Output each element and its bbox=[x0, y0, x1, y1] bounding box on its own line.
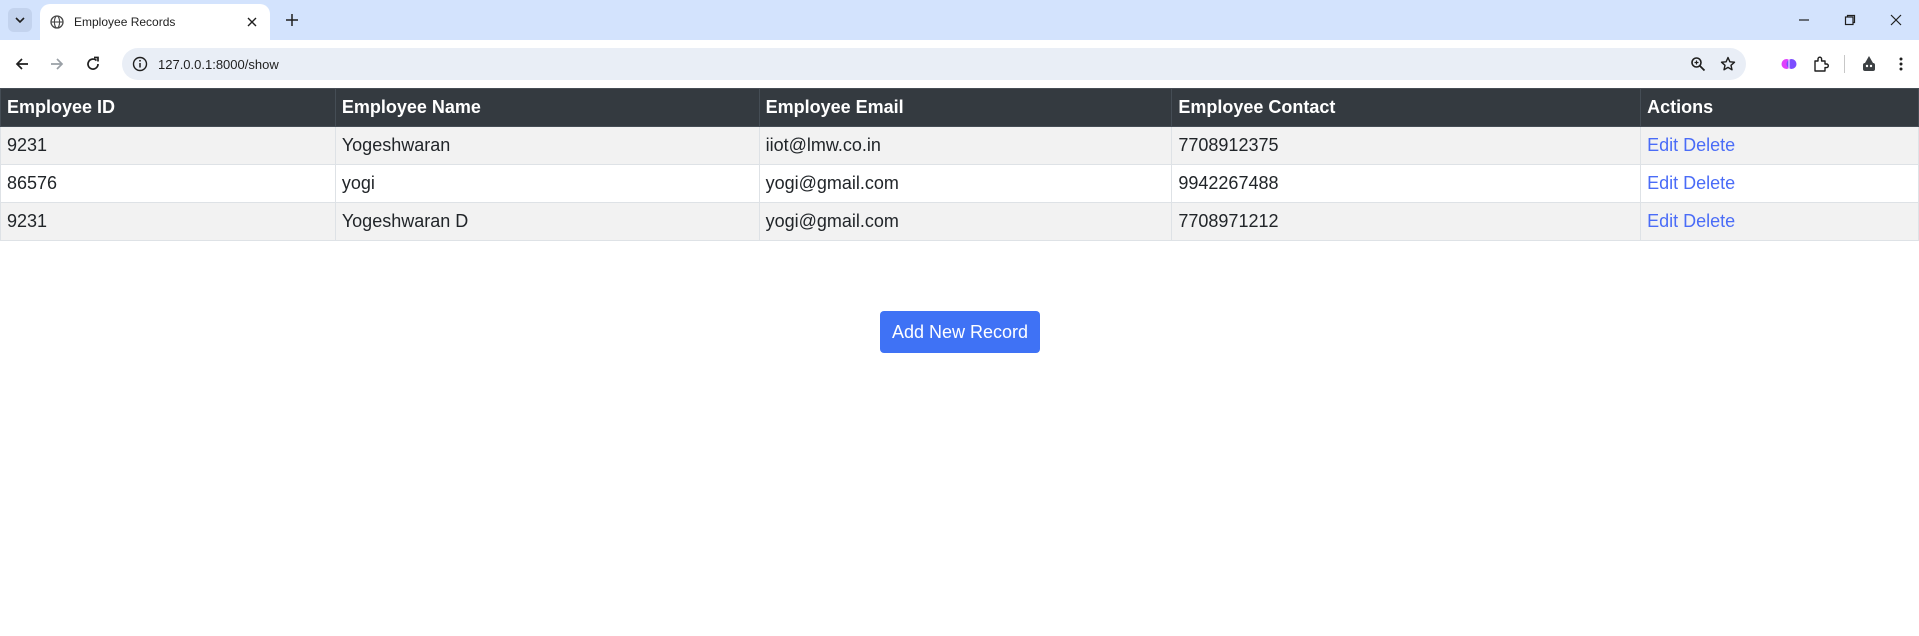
cell-employee-contact: 7708912375 bbox=[1171, 126, 1642, 165]
table-header-row: Employee ID Employee Name Employee Email… bbox=[0, 88, 1919, 127]
delete-link[interactable]: Delete bbox=[1683, 173, 1735, 193]
close-window-button[interactable] bbox=[1873, 0, 1919, 40]
cell-employee-name: Yogeshwaran D bbox=[334, 202, 760, 241]
forward-button[interactable] bbox=[43, 50, 71, 78]
restore-button[interactable] bbox=[1827, 0, 1873, 40]
globe-icon bbox=[50, 15, 64, 29]
cell-employee-name: yogi bbox=[334, 164, 760, 203]
arrow-left-icon bbox=[15, 58, 28, 70]
header-employee-name: Employee Name bbox=[334, 88, 760, 127]
profile-avatar-icon[interactable] bbox=[1859, 54, 1879, 74]
edit-link[interactable]: Edit bbox=[1647, 211, 1678, 231]
restore-icon bbox=[1844, 14, 1856, 26]
chevron-down-icon bbox=[15, 17, 25, 24]
reload-icon bbox=[87, 56, 99, 70]
back-button[interactable] bbox=[8, 50, 36, 78]
plus-icon bbox=[286, 14, 298, 26]
minimize-button[interactable] bbox=[1781, 0, 1827, 40]
table-row: 86576 yogi yogi@gmail.com 9942267488 Edi… bbox=[0, 164, 1919, 203]
new-tab-button[interactable] bbox=[282, 10, 302, 30]
tab-title: Employee Records bbox=[74, 15, 176, 29]
header-employee-id: Employee ID bbox=[0, 88, 336, 127]
header-employee-email: Employee Email bbox=[758, 88, 1173, 127]
close-icon bbox=[1890, 14, 1902, 26]
browser-toolbar: 127.0.0.1:8000/show bbox=[0, 40, 1919, 88]
address-bar[interactable]: 127.0.0.1:8000/show bbox=[122, 48, 1746, 80]
edit-link[interactable]: Edit bbox=[1647, 135, 1678, 155]
cell-actions: Edit Delete bbox=[1640, 126, 1919, 165]
cell-actions: Edit Delete bbox=[1640, 202, 1919, 241]
header-employee-contact: Employee Contact bbox=[1171, 88, 1642, 127]
cell-employee-email: iiot@lmw.co.in bbox=[758, 126, 1173, 165]
cell-employee-contact: 7708971212 bbox=[1171, 202, 1642, 241]
minimize-icon bbox=[1799, 19, 1809, 21]
cell-actions: Edit Delete bbox=[1640, 164, 1919, 203]
tab-search-button[interactable] bbox=[8, 8, 32, 32]
cell-employee-email: yogi@gmail.com bbox=[758, 164, 1173, 203]
edit-link[interactable]: Edit bbox=[1647, 173, 1678, 193]
browser-tab[interactable]: Employee Records bbox=[40, 4, 270, 40]
toolbar-separator bbox=[1844, 55, 1845, 73]
reload-button[interactable] bbox=[79, 50, 107, 78]
table-row: 9231 Yogeshwaran iiot@lmw.co.in 77089123… bbox=[0, 126, 1919, 165]
delete-link[interactable]: Delete bbox=[1683, 211, 1735, 231]
browser-tab-strip: Employee Records bbox=[0, 0, 1919, 40]
arrow-right-icon bbox=[51, 58, 64, 70]
cell-employee-id: 86576 bbox=[0, 164, 336, 203]
cell-employee-id: 9231 bbox=[0, 202, 336, 241]
bookmark-star-icon[interactable] bbox=[1720, 56, 1736, 72]
cell-employee-contact: 9942267488 bbox=[1171, 164, 1642, 203]
delete-link[interactable]: Delete bbox=[1683, 135, 1735, 155]
close-tab-icon[interactable] bbox=[244, 14, 260, 30]
url-text[interactable]: 127.0.0.1:8000/show bbox=[158, 57, 1690, 72]
info-icon[interactable] bbox=[132, 56, 148, 72]
header-actions: Actions bbox=[1640, 88, 1919, 127]
extension-brain-icon[interactable] bbox=[1780, 55, 1798, 73]
add-new-record-button[interactable]: Add New Record bbox=[880, 311, 1040, 353]
zoom-icon[interactable] bbox=[1690, 56, 1706, 72]
cell-employee-id: 9231 bbox=[0, 126, 336, 165]
kebab-menu-icon[interactable] bbox=[1893, 56, 1909, 72]
page-content: Employee ID Employee Name Employee Email… bbox=[0, 88, 1919, 241]
extensions-puzzle-icon[interactable] bbox=[1812, 55, 1830, 73]
cell-employee-email: yogi@gmail.com bbox=[758, 202, 1173, 241]
employee-table: Employee ID Employee Name Employee Email… bbox=[0, 88, 1919, 241]
table-row: 9231 Yogeshwaran D yogi@gmail.com 770897… bbox=[0, 202, 1919, 241]
cell-employee-name: Yogeshwaran bbox=[334, 126, 760, 165]
